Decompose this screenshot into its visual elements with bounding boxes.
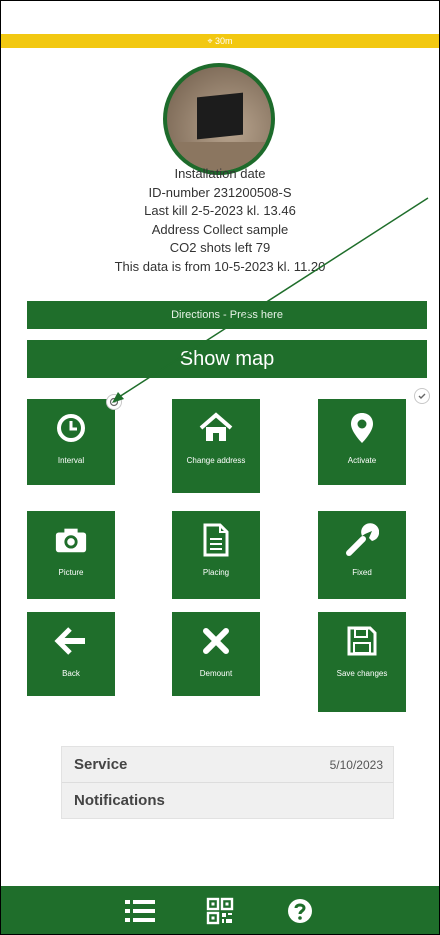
home-icon — [199, 411, 233, 445]
demount-tile[interactable]: Demount — [172, 612, 260, 696]
placing-label: Placing — [202, 568, 230, 577]
interval-label: Interval — [57, 456, 85, 465]
installation-date: Installation date — [174, 166, 266, 181]
check-icon — [418, 393, 426, 399]
save-changes-tile[interactable]: Save changes — [318, 612, 406, 712]
placing-tile[interactable]: Placing — [172, 511, 260, 599]
service-label: Service — [74, 756, 128, 773]
service-row[interactable]: Service 5/10/2023 — [62, 747, 393, 783]
x-icon — [199, 624, 233, 658]
back-label: Back — [62, 669, 80, 678]
status-text: ⌖ 30m — [207, 35, 233, 46]
list-icon — [125, 899, 155, 922]
show-map-label: Show map — [179, 347, 275, 370]
status-strip: ⌖ 30m — [0, 34, 440, 48]
change-address-label: Change address — [186, 456, 246, 465]
service-value: 5/10/2023 — [329, 757, 383, 772]
notifications-label: Notifications — [74, 792, 165, 809]
phone-screen: ⌖ 30m Installation date ID-number 231200… — [0, 0, 440, 935]
demount-label: Demount — [199, 669, 233, 678]
interval-tile[interactable]: Interval — [27, 399, 115, 485]
help-button[interactable] — [280, 891, 320, 931]
picture-label: Picture — [58, 568, 84, 577]
data-from: This data is from 10-5-2023 kl. 11.20 — [114, 258, 326, 274]
directions-button[interactable]: Directions - Press here — [27, 301, 427, 329]
back-tile[interactable]: Back — [27, 612, 115, 696]
activate-tile[interactable]: Activate — [318, 399, 406, 485]
clock-icon — [109, 397, 119, 407]
qr-code-icon — [206, 897, 234, 924]
map-pin-icon — [345, 411, 379, 445]
change-address-tile[interactable]: Change address — [172, 399, 260, 493]
fixed-label: Fixed — [352, 568, 372, 577]
save-changes-label: Save changes — [336, 669, 388, 678]
clock-icon — [54, 411, 88, 445]
interval-badge — [106, 394, 122, 410]
qr-code-button[interactable] — [200, 891, 240, 931]
bottom-nav — [0, 886, 440, 935]
notifications-row[interactable]: Notifications — [62, 783, 393, 818]
co2-shots: CO2 shots left 79 — [169, 240, 271, 255]
arrow-left-icon — [54, 624, 88, 658]
floppy-disk-icon — [345, 624, 379, 658]
help-icon — [288, 898, 312, 923]
show-map-button[interactable]: Show map — [27, 340, 427, 378]
list-button[interactable] — [120, 891, 160, 931]
device-info: Installation date ID-number 231200508-S … — [0, 165, 440, 276]
directions-label: Directions - Press here — [171, 309, 283, 321]
picture-tile[interactable]: Picture — [27, 511, 115, 599]
camera-icon — [54, 523, 88, 557]
device-photo — [163, 63, 275, 175]
last-kill: Last kill 2-5-2023 kl. 13.46 — [144, 203, 296, 218]
id-number: ID-number 231200508-S — [148, 184, 292, 200]
address: Address Collect sample — [151, 221, 289, 237]
document-icon — [199, 523, 233, 557]
photo-device — [197, 92, 243, 140]
activate-badge — [414, 388, 430, 404]
wrench-icon — [345, 523, 379, 557]
activate-label: Activate — [347, 456, 377, 465]
fixed-tile[interactable]: Fixed — [318, 511, 406, 599]
details-table: Service 5/10/2023 Notifications — [61, 746, 394, 819]
